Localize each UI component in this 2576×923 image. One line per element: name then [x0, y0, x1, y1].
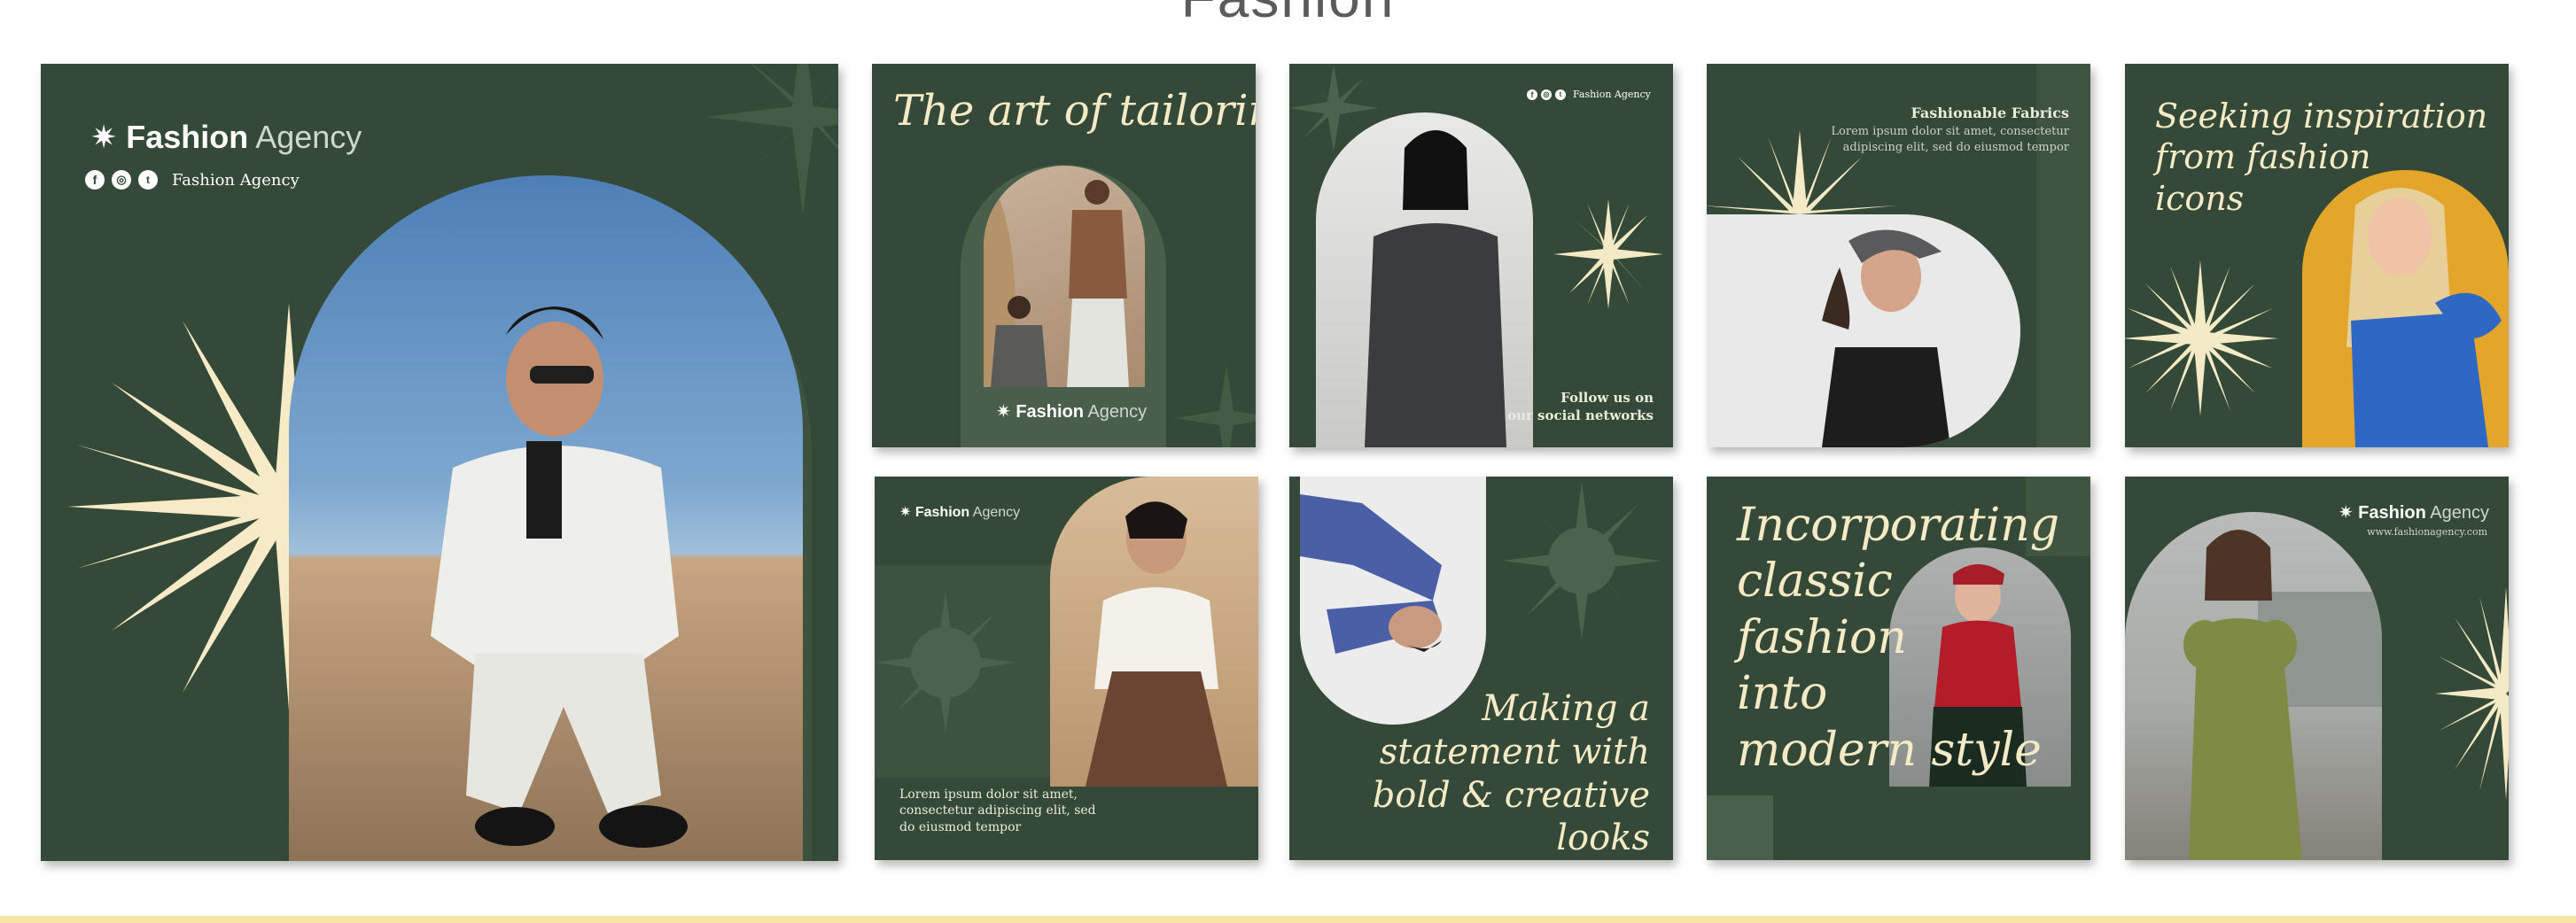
hero-photo-arch — [289, 175, 803, 861]
starburst-icon — [1502, 481, 1662, 640]
body-line-2: adipiscing elit, sed do eiusmod tempor — [1842, 140, 2069, 154]
facebook-icon[interactable]: f — [1527, 89, 1537, 100]
post-seeking-inspiration[interactable]: Seeking inspiration from fashion icons — [2125, 64, 2509, 447]
starburst-icon — [2435, 587, 2509, 800]
body-line-1: Lorem ipsum dolor sit amet, — [899, 787, 1078, 802]
starburst-icon — [875, 592, 1016, 733]
post-fashionable-fabrics[interactable]: Fashionable Fabrics Lorem ipsum dolor si… — [1707, 64, 2090, 447]
post-making-a-statement[interactable]: Making a statement with bold & creative … — [1289, 477, 1673, 860]
headline: The art of tailoring — [893, 86, 1256, 136]
cap-model-photo — [1707, 214, 2020, 447]
starburst-icon — [1553, 199, 1663, 309]
model-figure — [1365, 130, 1506, 447]
starburst-icon: ✷ — [90, 119, 118, 155]
post-art-of-tailoring[interactable]: The art of tailoring ✷ Fashion Agency — [872, 64, 1256, 447]
statement-headline: Making a statement with bold & creative … — [1289, 687, 1650, 860]
facebook-icon[interactable]: f — [85, 170, 105, 190]
fabrics-title: Fashionable Fabrics — [1911, 105, 2069, 121]
headline-line-3: fashion — [1737, 610, 1907, 664]
starburst-icon: ✷ — [899, 505, 912, 520]
body-line-1: Lorem ipsum dolor sit amet, consectetur — [1831, 125, 2069, 138]
cta-text: Follow us on our social networks — [1507, 390, 1654, 424]
brand-logo: ✷ Fashion Agency — [996, 402, 1148, 422]
model-figure — [1822, 229, 1950, 447]
headline-line-1: Seeking inspiration — [2155, 97, 2488, 136]
headline-line-3: icons — [2155, 178, 2245, 218]
brand-logo: ✷ Fashion Agency — [899, 505, 1021, 520]
post-lorem-brown-dress[interactable]: ✷ Fashion Agency Lorem ipsum dolor sit a… — [875, 477, 1258, 860]
cta-line-1: Follow us on — [1560, 390, 1654, 406]
website-url[interactable]: www.fashionagency.com — [2367, 526, 2487, 538]
body-line-2: consectetur adipiscing elit, sed — [899, 803, 1096, 818]
green-dress-photo — [2125, 512, 2382, 860]
brand-logo: ✷ Fashion Agency — [2338, 503, 2489, 523]
incorporating-headline: Incorporating classic fashion into moder… — [1737, 498, 2059, 779]
post-large-hero[interactable]: ✷ Fashion Agency f ◎ t Fashion Agency — [41, 64, 838, 861]
post-incorporating-classic[interactable]: Incorporating classic fashion into moder… — [1707, 477, 2090, 860]
social-row: f ◎ t Fashion Agency — [85, 170, 300, 190]
brown-dress-photo — [1050, 477, 1258, 787]
brand-logo: ✷ Fashion Agency — [90, 119, 362, 155]
headline-line-4: into — [1737, 667, 1828, 721]
bottom-accent-bar — [0, 916, 2576, 923]
headline-line-5: modern style — [1737, 723, 2042, 777]
twitter-icon[interactable]: t — [138, 170, 158, 190]
starburst-icon — [705, 64, 838, 214]
starburst-icon — [1173, 365, 1256, 447]
model-figure — [1086, 501, 1227, 787]
sweater-photo — [1316, 112, 1533, 447]
page-title: Fashion — [0, 0, 2576, 30]
tailoring-photo — [984, 166, 1145, 387]
social-handle: Fashion Agency — [1573, 89, 1651, 100]
starburst-icon — [2125, 260, 2278, 416]
body-line-3: do eiusmod tempor — [899, 819, 1022, 834]
twitter-icon[interactable]: t — [1555, 89, 1566, 100]
headline-line-2: classic — [1737, 555, 1893, 609]
headline-line-2: from fashion — [2155, 137, 2371, 177]
model-figure — [2183, 530, 2382, 860]
post-follow-us[interactable]: f ◎ t Fashion Agency Follow us on our so… — [1289, 64, 1673, 447]
models-figure — [984, 166, 1129, 387]
starburst-icon: ✷ — [2338, 503, 2354, 523]
fabrics-body: Lorem ipsum dolor sit amet, consectetur … — [1831, 124, 2069, 155]
instagram-icon[interactable]: ◎ — [112, 170, 131, 190]
social-row: f ◎ t Fashion Agency — [1527, 89, 1651, 100]
headline-line-1: Making a — [1482, 688, 1650, 729]
headline-line-3: bold & creative looks — [1372, 774, 1650, 859]
instagram-icon[interactable]: ◎ — [1541, 89, 1552, 100]
body-text: Lorem ipsum dolor sit amet, consectetur … — [899, 787, 1096, 835]
inspiration-headline: Seeking inspiration from fashion icons — [2155, 96, 2487, 219]
headline-line-1: Incorporating — [1737, 499, 2060, 552]
model-figure — [431, 306, 688, 848]
cta-line-2: our social networks — [1507, 407, 1654, 423]
starburst-icon: ✷ — [996, 402, 1011, 422]
social-handle: Fashion Agency — [172, 170, 300, 190]
headline-line-2: statement with — [1379, 731, 1650, 772]
post-green-dress[interactable]: ✷ Fashion Agency www.fashionagency.com — [2125, 477, 2509, 860]
starburst-icon — [67, 303, 303, 710]
